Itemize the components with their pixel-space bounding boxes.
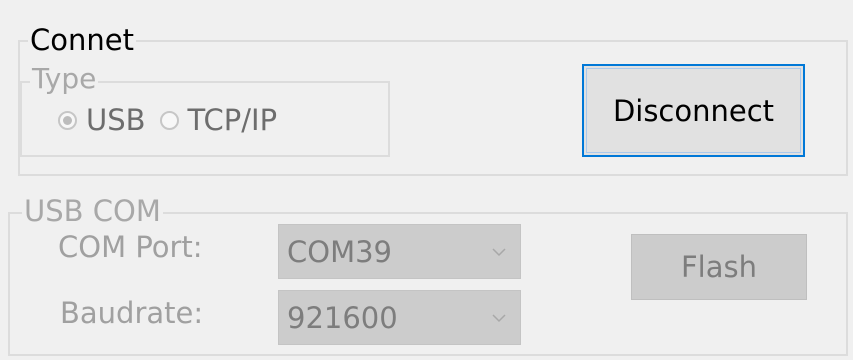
baudrate-label: Baudrate: <box>60 296 204 330</box>
flash-button-label: Flash <box>681 250 757 284</box>
connet-group-title: Connet <box>28 22 136 58</box>
flash-button[interactable]: Flash <box>631 234 807 300</box>
tcpip-radio[interactable]: TCP/IP <box>159 103 278 137</box>
disconnect-button[interactable]: Disconnect <box>582 64 805 157</box>
usb-com-group-title: USB COM <box>22 193 163 229</box>
type-group: Type USB TCP/IP <box>20 61 390 157</box>
type-radio-row: USB TCP/IP <box>58 103 291 137</box>
com-port-select[interactable]: COM39 <box>278 224 521 279</box>
focus-ring <box>586 68 801 153</box>
com-port-label: COM Port: <box>58 230 203 264</box>
connet-group: Connet Type USB TCP/IP Disconnect <box>18 22 848 176</box>
tcpip-radio-label: TCP/IP <box>187 103 278 137</box>
baudrate-select[interactable]: 921600 <box>278 290 521 345</box>
tcpip-radio-indicator[interactable] <box>159 110 179 130</box>
usb-radio[interactable]: USB <box>58 103 146 137</box>
baudrate-value: 921600 <box>287 300 398 335</box>
usb-radio-indicator[interactable] <box>58 110 77 130</box>
com-port-value: COM39 <box>287 234 392 269</box>
usb-com-group: USB COM COM Port: COM39 Baudrate: 921600… <box>8 193 848 356</box>
type-group-title: Type <box>30 61 99 97</box>
usb-radio-label: USB <box>86 103 146 137</box>
chevron-down-icon <box>492 248 506 257</box>
chevron-down-icon <box>492 314 506 323</box>
